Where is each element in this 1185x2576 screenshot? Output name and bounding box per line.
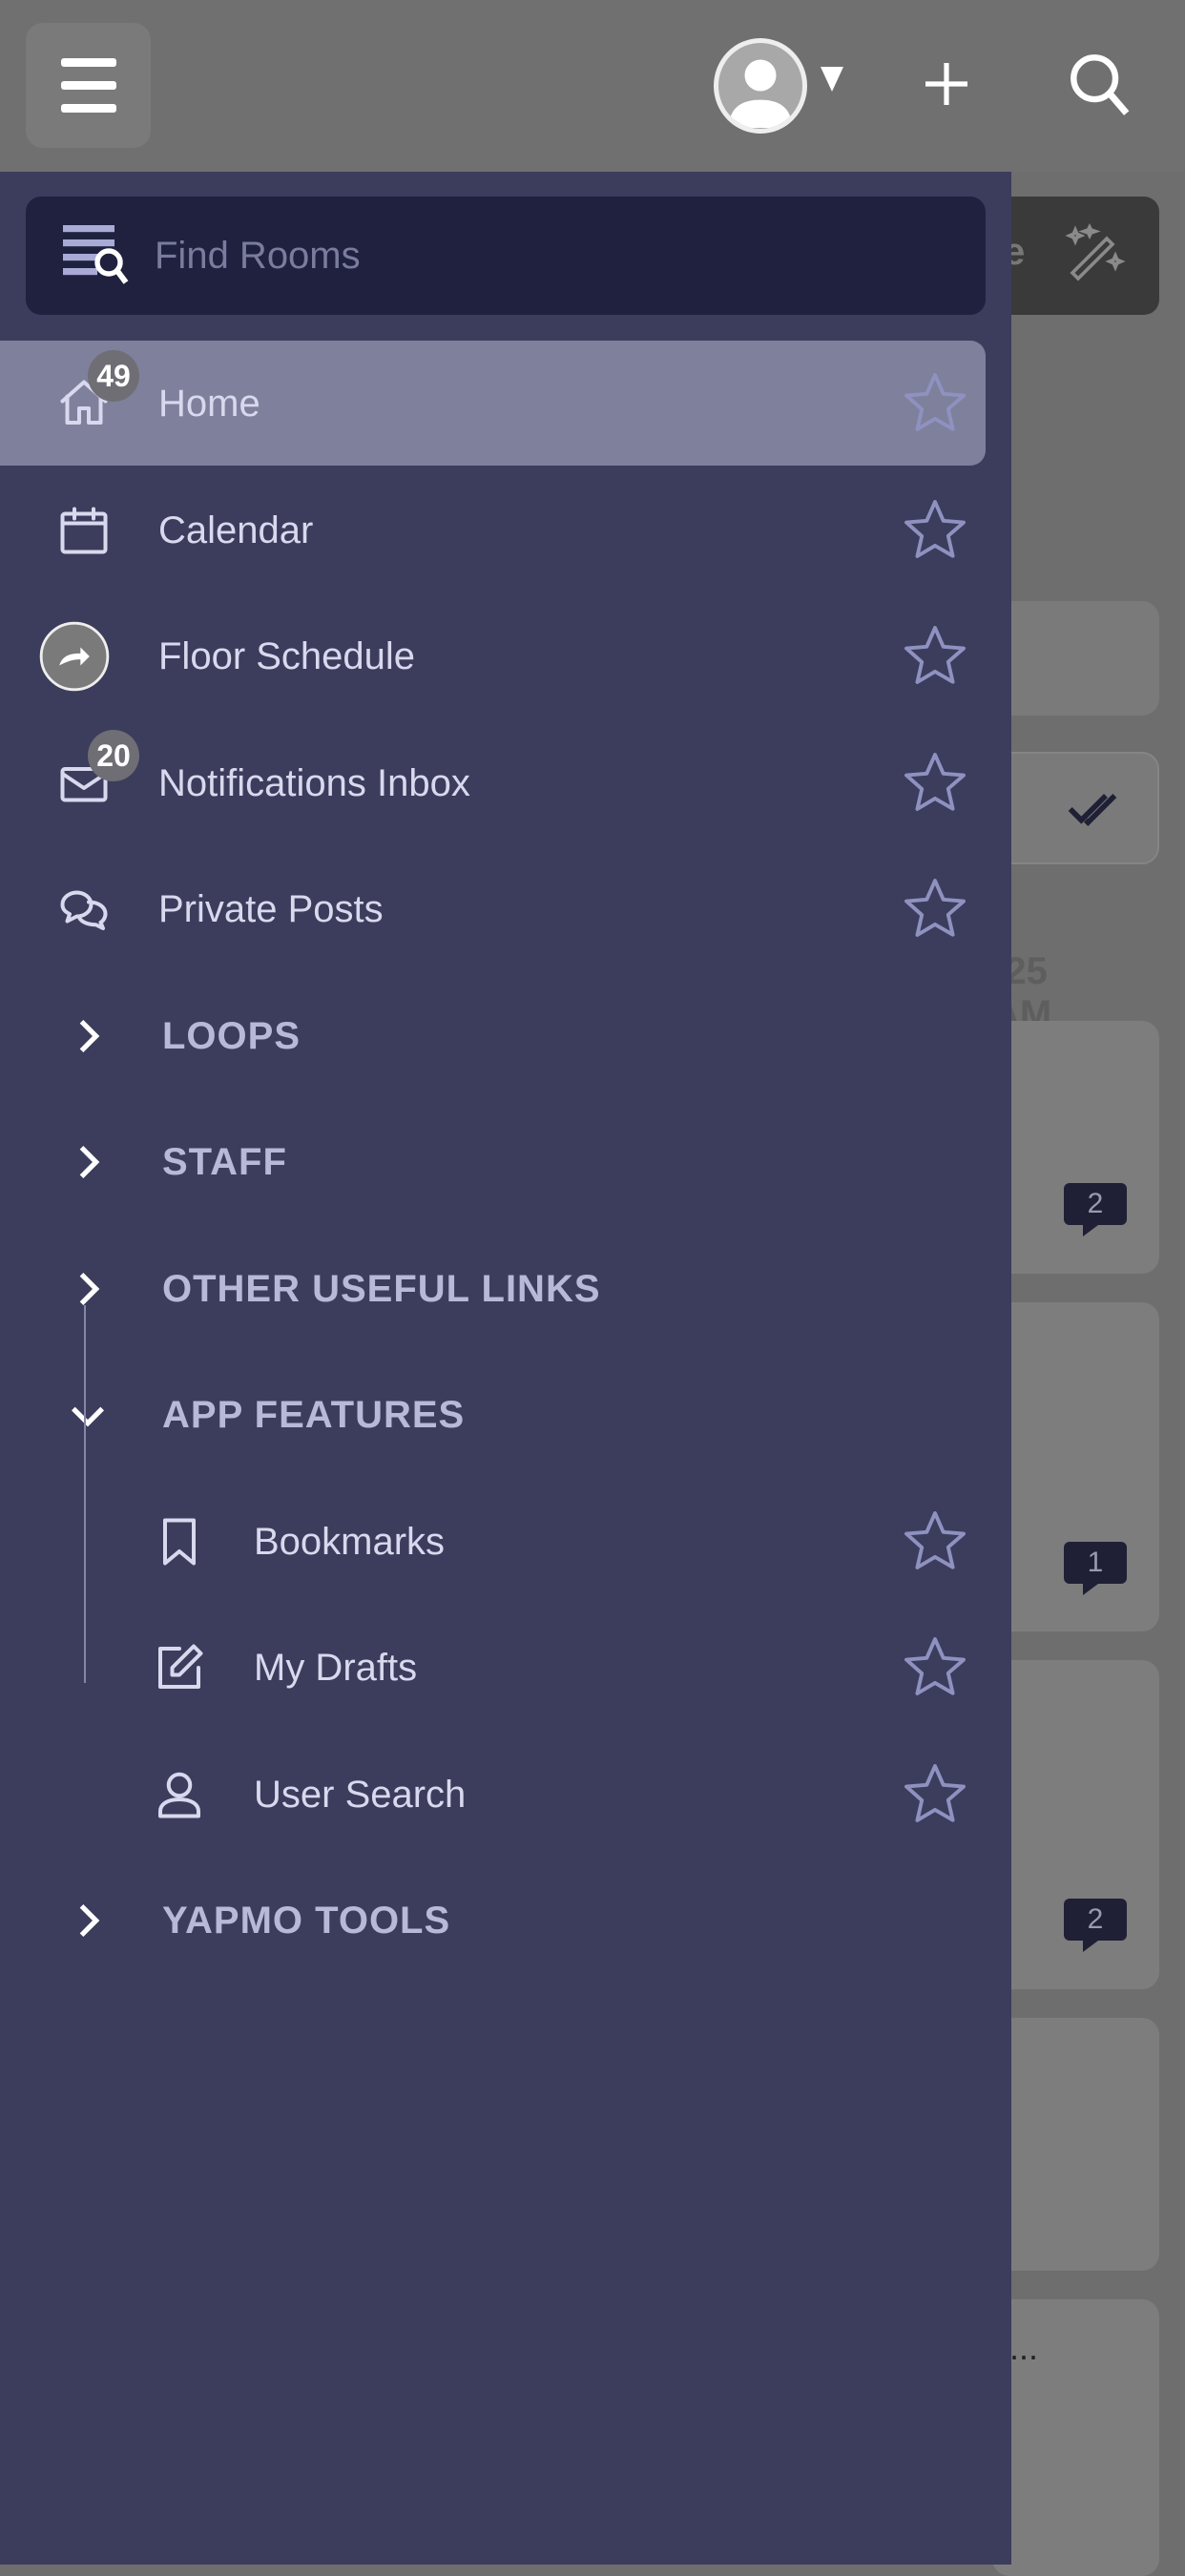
person-silhouette-icon [729,59,792,128]
sidebar-item-label: Private Posts [158,888,384,930]
favorite-star-icon[interactable] [901,875,969,944]
menu-button[interactable] [26,23,151,148]
double-check-icon [1068,794,1117,826]
post-card[interactable] [992,2018,1159,2271]
favorite-star-icon[interactable] [901,749,969,818]
mark-all-read-bar[interactable] [992,752,1159,864]
comment-count-badge: 2 [1064,1183,1127,1236]
sidebar-item-label: Calendar [158,509,314,551]
sidebar-group-label: LOOPS [162,1014,301,1057]
calendar-icon [60,507,108,553]
user-icon [158,1772,200,1818]
avatar-dropdown-caret-icon[interactable] [821,67,843,92]
sidebar-item-floor-schedule[interactable]: Floor Schedule [0,593,986,718]
sidebar-group-label: OTHER USEFUL LINKS [162,1267,601,1310]
sidebar-item-label: Floor Schedule [158,635,416,677]
chevron-right-icon [79,1145,100,1179]
top-bar [0,0,1185,172]
find-rooms-input[interactable] [155,225,918,286]
sidebar-item-label: Notifications Inbox [158,761,470,804]
chevron-right-icon [79,1019,100,1052]
share-arrow-icon [39,621,110,692]
favorite-star-icon[interactable] [901,496,969,565]
room-search-icon [63,225,129,284]
search-icon[interactable] [1067,50,1133,118]
favorite-star-icon[interactable] [901,622,969,691]
sidebar-item-label: My Drafts [254,1647,418,1689]
chat-bubbles-icon [60,890,108,930]
sidebar-group-staff[interactable]: STAFF [0,1099,986,1224]
sidebar-group-loops[interactable]: LOOPS [0,973,986,1098]
hamburger-icon [61,58,116,67]
sidebar-item-label: User Search [254,1773,467,1816]
sidebar-item-calendar[interactable]: Calendar [0,467,986,592]
magic-wand-icon [1065,222,1126,281]
sidebar-item-label: Home [158,383,260,425]
favorite-star-icon[interactable] [901,1633,969,1702]
chevron-right-icon [79,1272,100,1305]
sidebar-item-home[interactable]: 49 Home [0,341,986,466]
sidebar-item-private-posts[interactable]: Private Posts [0,846,986,971]
sidebar-item-label: Bookmarks [254,1520,446,1563]
chevron-down-icon [71,1406,105,1427]
edit-icon [158,1644,203,1689]
sidebar-group-app-features[interactable]: APP FEATURES [0,1352,986,1477]
sidebar-group-label: APP FEATURES [162,1394,466,1436]
sidebar-group-other-useful-links[interactable]: OTHER USEFUL LINKS [0,1226,986,1351]
plus-icon[interactable] [924,61,969,107]
find-rooms-field[interactable] [26,197,986,315]
hamburger-icon-line [61,104,116,113]
favorite-star-icon[interactable] [901,1507,969,1576]
unread-count-badge: 20 [88,729,139,781]
sidebar-item-user-search[interactable]: User Search [0,1732,986,1857]
user-avatar-icon[interactable] [714,38,807,134]
sidebar-item-bookmarks[interactable]: Bookmarks [0,1479,986,1604]
filter-bar[interactable] [992,601,1159,716]
chevron-right-icon [79,1903,100,1938]
sidebar-item-notifications-inbox[interactable]: 20 Notifications Inbox [0,720,986,845]
sidebar-group-yapmo-tools[interactable]: YAPMO TOOLS [0,1858,986,1983]
sidebar-item-my-drafts[interactable]: My Drafts [0,1605,986,1730]
hamburger-icon-line [61,81,116,90]
sidebar-group-label: STAFF [162,1141,287,1183]
comment-count-badge: 2 [1064,1899,1127,1952]
post-card[interactable] [992,1021,1159,1274]
favorite-star-icon[interactable] [901,1760,969,1829]
post-card[interactable]: s... [992,2299,1159,2576]
magic-button[interactable]: e [992,197,1159,315]
bookmark-icon [163,1518,196,1565]
unread-count-badge: 49 [88,350,139,402]
favorite-star-icon[interactable] [901,369,969,438]
sidebar-group-label: YAPMO TOOLS [162,1900,451,1942]
group-children-line [84,1305,86,1683]
comment-count-badge: 1 [1064,1542,1127,1595]
